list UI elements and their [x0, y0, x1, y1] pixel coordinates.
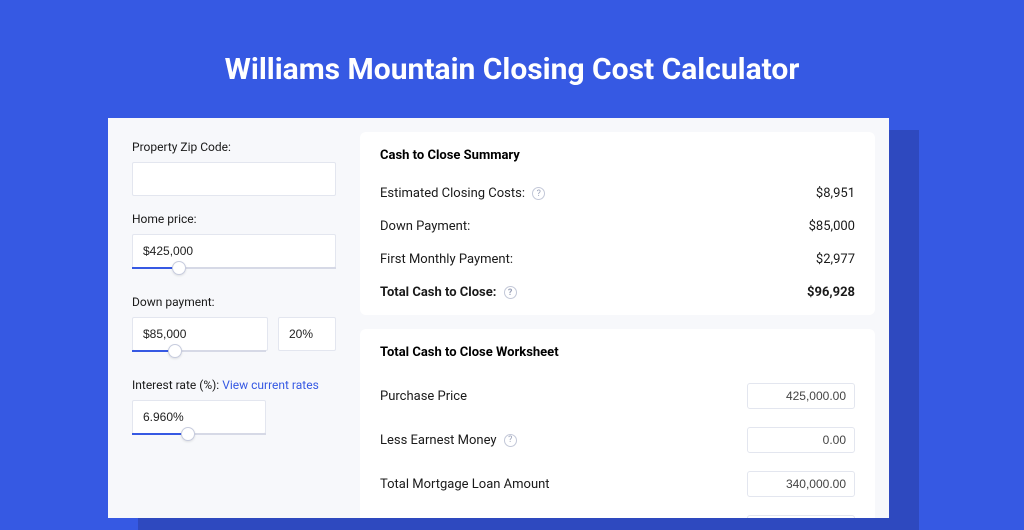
summary-row: Down Payment: $85,000 — [380, 210, 855, 243]
purchase-price-input[interactable] — [747, 383, 855, 409]
summary-total-label: Total Cash to Close: — [380, 285, 496, 300]
results-main: Cash to Close Summary Estimated Closing … — [360, 118, 889, 518]
inputs-sidebar: Property Zip Code: Home price: Down paym… — [108, 118, 360, 518]
down-payment-input[interactable] — [132, 317, 268, 351]
field-home-price: Home price: — [132, 212, 336, 279]
help-icon[interactable]: ? — [504, 434, 517, 447]
worksheet-title: Total Cash to Close Worksheet — [380, 345, 855, 360]
down-payment-slider[interactable] — [132, 350, 266, 362]
summary-row: First Monthly Payment: $2,977 — [380, 243, 855, 276]
worksheet-row: Less Earnest Money ? — [380, 418, 855, 462]
second-mortgage-input[interactable] — [747, 515, 855, 518]
summary-total-value: $96,928 — [807, 285, 855, 300]
summary-row-value: $2,977 — [816, 252, 855, 267]
worksheet-row-label: Less Earnest Money — [380, 433, 497, 448]
field-zip: Property Zip Code: — [132, 140, 336, 196]
down-payment-pct-input[interactable] — [278, 317, 336, 351]
summary-row-label: Down Payment: — [380, 219, 470, 234]
mortgage-loan-input[interactable] — [747, 471, 855, 497]
worksheet-row: Total Mortgage Loan Amount — [380, 462, 855, 506]
worksheet-card: Total Cash to Close Worksheet Purchase P… — [360, 329, 875, 518]
worksheet-row-label: Purchase Price — [380, 389, 467, 404]
summary-card: Cash to Close Summary Estimated Closing … — [360, 132, 875, 315]
interest-rate-label: Interest rate (%): View current rates — [132, 378, 336, 392]
earnest-money-input[interactable] — [747, 427, 855, 453]
worksheet-row: Total Second Mortgage Amount ? — [380, 506, 855, 518]
help-icon[interactable]: ? — [532, 187, 545, 200]
worksheet-row: Purchase Price — [380, 374, 855, 418]
summary-row-value: $85,000 — [809, 219, 855, 234]
slider-thumb[interactable] — [172, 261, 186, 275]
summary-row: Estimated Closing Costs: ? $8,951 — [380, 177, 855, 210]
help-icon[interactable]: ? — [504, 286, 517, 299]
slider-thumb[interactable] — [181, 427, 195, 441]
summary-row-label: First Monthly Payment: — [380, 252, 513, 267]
summary-total-row: Total Cash to Close: ? $96,928 — [380, 276, 855, 309]
field-interest-rate: Interest rate (%): View current rates — [132, 378, 336, 445]
home-price-input[interactable] — [132, 234, 336, 268]
summary-row-label: Estimated Closing Costs: — [380, 186, 525, 201]
interest-rate-input[interactable] — [132, 400, 266, 434]
calculator-panel: Property Zip Code: Home price: Down paym… — [108, 118, 889, 518]
interest-rate-slider[interactable] — [132, 433, 266, 445]
down-payment-label: Down payment: — [132, 295, 336, 309]
zip-label: Property Zip Code: — [132, 140, 336, 154]
worksheet-row-label: Total Mortgage Loan Amount — [380, 477, 550, 492]
zip-input[interactable] — [132, 162, 336, 196]
view-rates-link[interactable]: View current rates — [222, 378, 319, 392]
home-price-slider[interactable] — [132, 267, 336, 279]
slider-thumb[interactable] — [168, 344, 182, 358]
summary-row-value: $8,951 — [816, 186, 855, 201]
home-price-label: Home price: — [132, 212, 336, 226]
page-title: Williams Mountain Closing Cost Calculato… — [0, 0, 1024, 113]
summary-title: Cash to Close Summary — [380, 148, 855, 163]
field-down-payment: Down payment: — [132, 295, 336, 362]
